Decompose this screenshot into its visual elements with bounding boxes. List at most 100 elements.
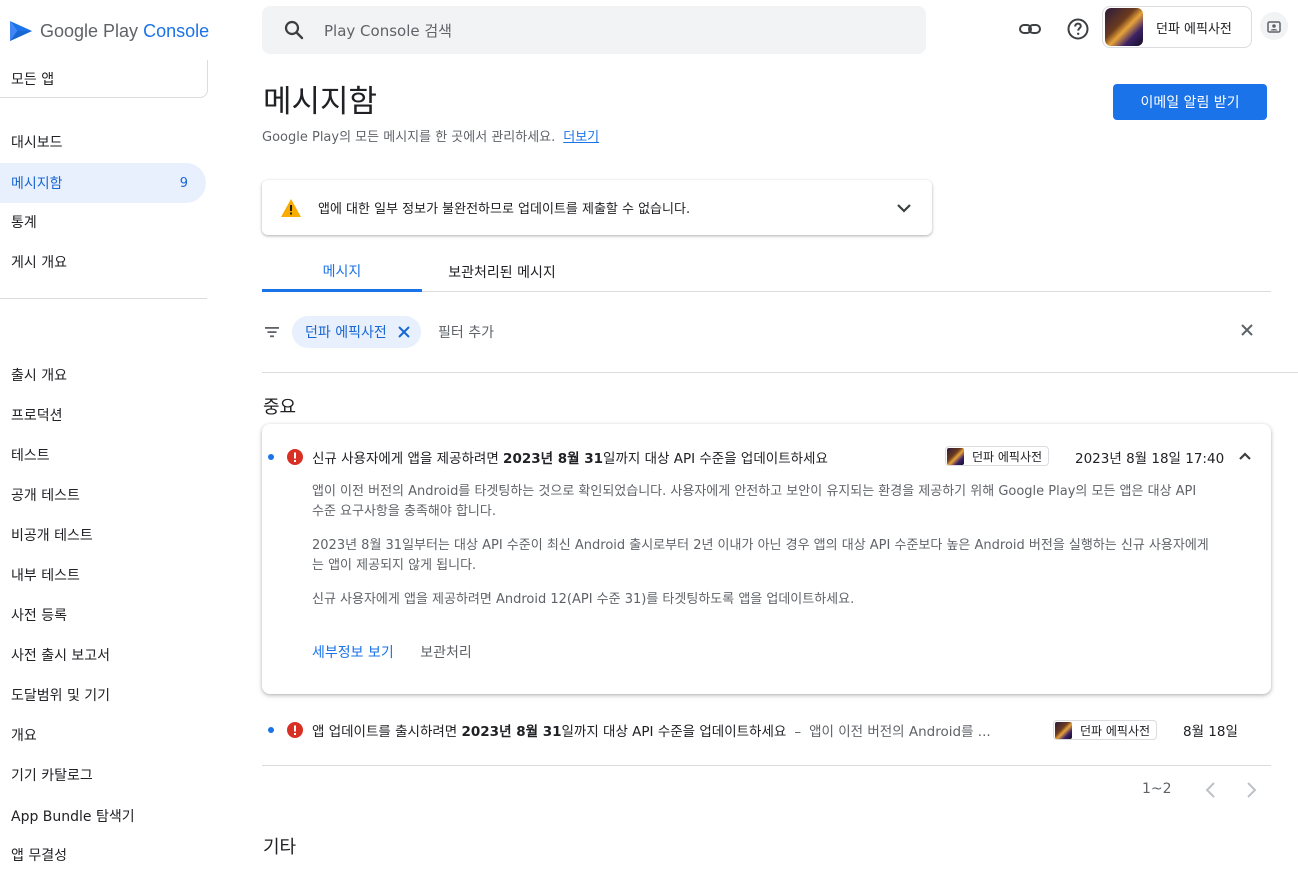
sidebar-item-label: 프로덕션	[11, 408, 63, 424]
sidebar-item-testing[interactable]: 테스트	[0, 435, 206, 475]
help-button[interactable]	[1063, 14, 1093, 44]
sidebar-item-label: 통계	[11, 215, 37, 231]
sidebar-item-statistics[interactable]: 통계	[0, 202, 206, 242]
account-switch-button[interactable]	[1260, 12, 1288, 40]
sidebar-divider	[0, 298, 207, 299]
message-actions: 세부정보 보기 보관처리	[312, 642, 472, 662]
filter-icon[interactable]	[262, 322, 282, 342]
sidebar-item-label: 내부 테스트	[11, 568, 80, 584]
app-icon	[1105, 8, 1143, 46]
sidebar-item-app-integrity[interactable]: 앱 무결성	[0, 835, 206, 875]
sidebar-item-label: 도달범위 및 기기	[11, 688, 111, 704]
unread-dot	[268, 454, 274, 460]
sidebar-item-pre-launch-report[interactable]: 사전 출시 보고서	[0, 635, 206, 675]
sidebar-item-inbox[interactable]: 메시지함 9	[0, 163, 206, 203]
logo-text: Google Play Console	[40, 20, 210, 41]
chevron-up-icon[interactable]	[1235, 446, 1255, 466]
tab-archived-messages[interactable]: 보관처리된 메시지	[422, 252, 582, 292]
section-heading-other: 기타	[263, 837, 297, 858]
message-body-paragraph: 신규 사용자에게 앱을 제공하려면 Android 12(API 수준 31)를…	[312, 592, 855, 607]
app-name: 던파 에픽사전	[1156, 21, 1232, 37]
sidebar-item-label: 개요	[11, 728, 37, 744]
sidebar-item-label: 출시 개요	[11, 368, 67, 384]
sidebar-item-production[interactable]: 프로덕션	[0, 395, 206, 435]
sidebar-item-publishing-overview[interactable]: 게시 개요	[0, 242, 206, 282]
unread-dot	[268, 727, 274, 733]
sidebar-item-internal-testing[interactable]: 내부 테스트	[0, 555, 206, 595]
learn-more-link[interactable]: 더보기	[563, 130, 599, 145]
sidebar-item-label: 기기 카탈로그	[11, 768, 93, 784]
incomplete-info-warning[interactable]: 앱에 대한 일부 정보가 불완전하므로 업데이트를 제출할 수 없습니다.	[262, 180, 932, 235]
message-date: 2023년 8월 18일 17:40	[1075, 451, 1225, 467]
sidebar-item-label: 메시지함	[11, 176, 63, 192]
sidebar-item-label: 게시 개요	[11, 255, 67, 271]
sidebar-item-pre-registration[interactable]: 사전 등록	[0, 595, 206, 635]
sidebar-item-dashboard[interactable]: 대시보드	[0, 122, 206, 162]
sidebar-item-app-bundle-explorer[interactable]: App Bundle 탐색기	[0, 796, 206, 836]
play-console-logo-icon	[10, 21, 32, 41]
filter-bar: 던파 에픽사전 필터 추가	[262, 314, 1271, 350]
sidebar-item-label: 대시보드	[11, 135, 63, 151]
sidebar-item-label: 테스트	[11, 448, 50, 464]
tab-messages[interactable]: 메시지	[262, 252, 422, 292]
message-app-tag: 던파 에픽사전	[1053, 720, 1158, 740]
divider	[262, 765, 1271, 766]
sidebar-item-device-catalog[interactable]: 기기 카탈로그	[0, 755, 206, 795]
sidebar-item-label: 사전 등록	[11, 608, 67, 624]
link-button[interactable]	[1015, 14, 1045, 44]
chevron-right-icon[interactable]	[1239, 778, 1263, 802]
inbox-count-badge: 9	[179, 175, 188, 191]
account-switch-icon	[1267, 21, 1281, 33]
close-icon[interactable]	[395, 323, 413, 341]
message-card-expanded[interactable]: 신규 사용자에게 앱을 제공하려면 2023년 8월 31일까지 대상 API …	[262, 424, 1271, 694]
page-title: 메시지함	[263, 84, 378, 120]
section-heading-important: 중요	[263, 397, 297, 418]
view-details-button[interactable]: 세부정보 보기	[312, 645, 394, 661]
message-date: 8월 18일	[1183, 724, 1238, 740]
divider	[262, 372, 1298, 373]
sidebar-item-label: 비공개 테스트	[11, 528, 93, 544]
message-body-paragraph: 앱이 이전 버전의 Android를 타겟팅하는 것으로 확인되었습니다. 사용…	[312, 484, 1197, 519]
play-console-logo[interactable]: Google Play Console	[8, 16, 209, 46]
message-row-collapsed[interactable]: 앱 업데이트를 출시하려면 2023년 8월 31일까지 대상 API 수준을 …	[262, 708, 1271, 752]
sidebar-item-label: 앱 무결성	[11, 848, 67, 864]
app-icon	[947, 447, 964, 465]
email-alerts-button[interactable]: 이메일 알림 받기	[1113, 84, 1267, 120]
chevron-down-icon[interactable]	[892, 196, 916, 220]
filter-chip-label: 던파 에픽사전	[305, 325, 387, 341]
app-selector[interactable]: 던파 에픽사전	[1102, 6, 1252, 48]
message-title: 앱 업데이트를 출시하려면 2023년 8월 31일까지 대상 API 수준을 …	[312, 724, 991, 740]
error-icon	[287, 722, 303, 738]
message-tabs: 메시지 보관처리된 메시지	[262, 252, 1271, 292]
sidebar-item-reach-and-devices[interactable]: 도달범위 및 기기	[0, 675, 206, 715]
message-snippet: 앱이 이전 버전의 Android를 ...	[809, 724, 991, 740]
message-app-tag: 던파 에픽사전	[945, 446, 1050, 466]
search-icon	[284, 20, 304, 40]
sidebar-item-label: 공개 테스트	[11, 488, 80, 504]
sidebar-item-open-testing[interactable]: 공개 테스트	[0, 475, 206, 515]
sidebar-item-closed-testing[interactable]: 비공개 테스트	[0, 515, 206, 555]
pagination-range: 1~2	[1142, 781, 1172, 797]
message-body-paragraph: 2023년 8월 31일부터는 대상 API 수준이 최신 Android 출시…	[312, 538, 1209, 573]
message-title: 신규 사용자에게 앱을 제공하려면 2023년 8월 31일까지 대상 API …	[312, 451, 828, 467]
warning-icon	[281, 198, 301, 217]
sidebar-item-overview[interactable]: 개요	[0, 715, 206, 755]
subtitle-text: Google Play의 모든 메시지를 한 곳에서 관리하세요.	[262, 130, 556, 145]
warning-text: 앱에 대한 일부 정보가 불완전하므로 업데이트를 제출할 수 없습니다.	[318, 202, 691, 217]
search-bar[interactable]: Play Console 검색	[262, 6, 926, 54]
chevron-left-icon[interactable]	[1199, 778, 1223, 802]
sidebar-item-label: App Bundle 탐색기	[11, 809, 135, 825]
link-icon	[1019, 24, 1041, 34]
error-icon	[287, 449, 303, 465]
help-icon	[1067, 18, 1089, 40]
app-icon	[1055, 721, 1072, 739]
search-input[interactable]: Play Console 검색	[324, 20, 452, 41]
app-filter-chip[interactable]: 던파 에픽사전	[292, 316, 421, 348]
page-subtitle: Google Play의 모든 메시지를 한 곳에서 관리하세요. 더보기	[262, 126, 599, 145]
add-filter-input[interactable]: 필터 추가	[438, 322, 494, 342]
sidebar-item-release-overview[interactable]: 출시 개요	[0, 355, 206, 395]
sidebar-item-label: 사전 출시 보고서	[11, 648, 111, 664]
close-icon[interactable]	[1237, 320, 1257, 340]
archive-button[interactable]: 보관처리	[420, 645, 472, 661]
all-apps-link[interactable]: 모든 앱	[0, 60, 208, 98]
